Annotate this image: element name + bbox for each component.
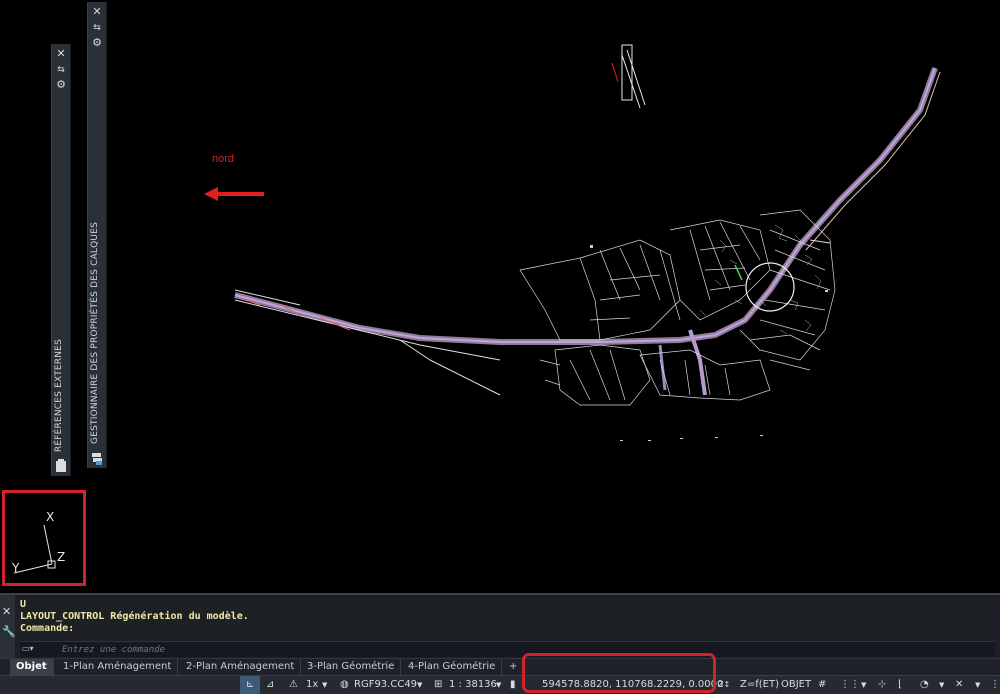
nord-label: nord: [212, 153, 235, 165]
command-input-bar[interactable]: ▭▾: [20, 641, 995, 657]
object-mode[interactable]: OBJET: [781, 676, 811, 694]
command-line[interactable]: ✕ 🔧 U LAYOUT_CONTROL Régénération du mod…: [0, 593, 1000, 660]
command-history-line: U: [20, 599, 27, 610]
z-mode-icon[interactable]: Z↕: [718, 676, 730, 694]
dynamic-ucs-icon[interactable]: ⊾: [240, 676, 260, 694]
warning-icon[interactable]: ⚠: [289, 676, 298, 694]
lock-icon[interactable]: ▮: [510, 676, 516, 694]
close-icon[interactable]: ✕: [88, 5, 106, 19]
grid-icon[interactable]: #: [818, 676, 826, 694]
palette-title: RÉFÉRENCES EXTERNES: [54, 338, 64, 452]
command-history-line: Commande:: [20, 623, 75, 634]
annotation-scale-icon[interactable]: ⊞: [434, 676, 442, 694]
autohide-icon[interactable]: ⇆: [52, 63, 70, 77]
layout-tabs: Objet 1-Plan Aménagement 2-Plan Aménagem…: [0, 658, 1000, 676]
tab-1-plan-amenagement[interactable]: 1-Plan Aménagement: [57, 659, 179, 675]
close-icon[interactable]: ✕: [2, 605, 11, 618]
chevron-down-icon[interactable]: ▼: [417, 676, 422, 694]
external-references-palette[interactable]: ✕ ⇆ ⚙ RÉFÉRENCES EXTERNES: [51, 44, 71, 476]
status-bar: ⊾ ⊿ ⚠ 1x ▼ ◍ RGF93.CC49 ▼ ⊞ 1 : 38136 ▼ …: [0, 675, 1000, 694]
lineweight-icon[interactable]: ⊹: [878, 676, 886, 694]
xref-icon: [55, 458, 67, 472]
north-arrow: [204, 187, 264, 201]
tab-4-plan-geometrie[interactable]: 4-Plan Géométrie: [402, 659, 503, 675]
chevron-down-icon[interactable]: ▼: [496, 676, 501, 694]
more-icon[interactable]: ⋮: [990, 676, 1000, 694]
tab-objet[interactable]: Objet: [10, 659, 54, 675]
tab-3-plan-geometrie[interactable]: 3-Plan Géométrie: [301, 659, 402, 675]
gear-icon[interactable]: ⚙: [88, 36, 106, 50]
coordinates-highlight-box: [522, 653, 716, 693]
palette-title: GESTIONNAIRE DES PROPRIÉTÉS DES CALQUES: [90, 222, 100, 444]
chevron-down-icon[interactable]: ▼: [939, 676, 944, 694]
close-icon[interactable]: ✕: [52, 47, 70, 61]
annotation-scale[interactable]: 1 : 38136: [449, 676, 497, 694]
gear-icon[interactable]: ⚙: [52, 78, 70, 92]
chevron-down-icon[interactable]: ▼: [322, 676, 327, 694]
ucs-toggle-icon[interactable]: ⊿: [266, 676, 274, 694]
tab-2-plan-amenagement[interactable]: 2-Plan Aménagement: [180, 659, 302, 675]
command-history-line: LAYOUT_CONTROL Régénération du modèle.: [20, 611, 249, 622]
chevron-down-icon[interactable]: ▼: [975, 676, 980, 694]
annotation-monitor-icon[interactable]: ✕: [955, 676, 963, 694]
transparency-icon[interactable]: ⌊: [898, 676, 902, 694]
snap-icon[interactable]: ⋮⋮: [840, 676, 860, 694]
command-input[interactable]: [62, 642, 962, 657]
globe-icon[interactable]: ◍: [340, 676, 349, 694]
ucs-highlight-box: [2, 490, 86, 586]
layer-properties-palette[interactable]: ✕ ⇆ ⚙ GESTIONNAIRE DES PROPRIÉTÉS DES CA…: [87, 2, 107, 468]
command-line-handle[interactable]: ✕ 🔧: [0, 595, 16, 660]
drawing-canvas[interactable]: nord X Y Z ✕ ⇆ ⚙ RÉFÉRENCES EXTERNES ✕ ⇆…: [0, 0, 1000, 593]
command-history: U LAYOUT_CONTROL Régénération du modèle.…: [20, 599, 249, 635]
workspace-icon[interactable]: ◔: [920, 676, 929, 694]
autohide-icon[interactable]: ⇆: [88, 21, 106, 35]
coordinate-system[interactable]: RGF93.CC49: [354, 676, 417, 694]
map-drawing: [13, 44, 941, 574]
town-parcels: [519, 209, 836, 406]
command-prompt-icon[interactable]: ▭▾: [22, 644, 46, 655]
layers-icon: [91, 450, 103, 465]
scale-factor[interactable]: 1x: [306, 676, 318, 694]
legend-bar: [611, 44, 646, 109]
chevron-down-icon[interactable]: ▼: [861, 676, 866, 694]
road-corridor: [234, 66, 941, 396]
add-layout-button[interactable]: +: [503, 659, 523, 675]
z-mode[interactable]: Z=f(ET): [740, 676, 779, 694]
wrench-icon[interactable]: 🔧: [2, 625, 16, 638]
